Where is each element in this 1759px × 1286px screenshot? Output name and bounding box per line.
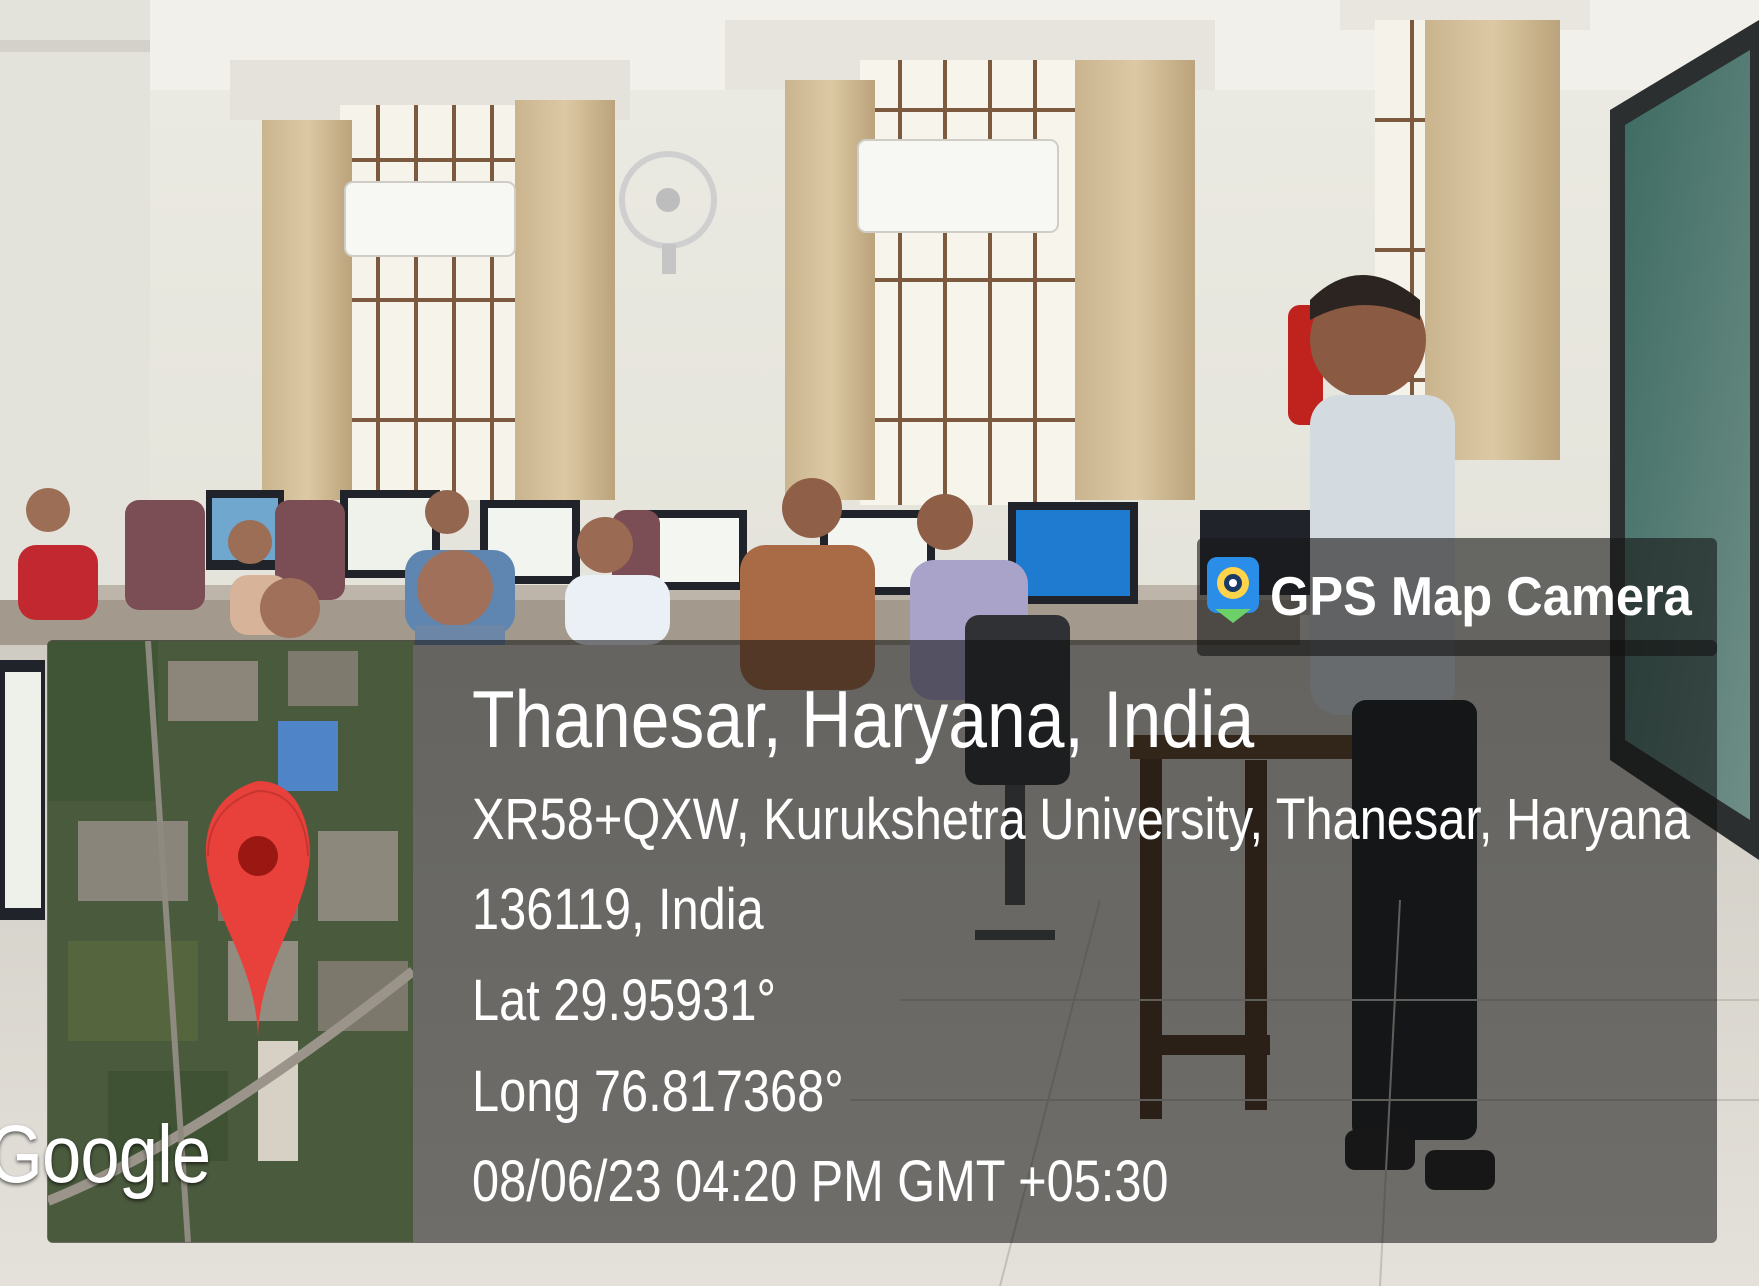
- latitude-value: Lat 29.95931°: [472, 968, 776, 1033]
- gps-map-camera-icon: [1207, 557, 1259, 623]
- air-conditioner: [344, 181, 516, 257]
- location-title: Thanesar, Haryana, India: [472, 675, 1255, 765]
- datetime-value: 08/06/23 04:20 PM GMT +05:30: [472, 1149, 1169, 1214]
- window-center: [860, 60, 1080, 505]
- app-name: GPS Map Camera: [1270, 565, 1692, 627]
- address-line-2: 136119, India: [472, 877, 764, 942]
- chair: [125, 500, 205, 610]
- curtain: [1425, 20, 1560, 460]
- participant: [260, 578, 320, 638]
- curtain: [262, 120, 352, 500]
- address-line-1: XR58+QXW, Kurukshetra University, Thanes…: [472, 787, 1691, 852]
- curtain: [1075, 60, 1195, 500]
- window-left: [340, 105, 530, 500]
- curtain: [515, 100, 615, 500]
- map-attribution: Google: [0, 1109, 211, 1200]
- longitude-value: Long 76.817368°: [472, 1059, 844, 1124]
- air-conditioner: [857, 139, 1059, 233]
